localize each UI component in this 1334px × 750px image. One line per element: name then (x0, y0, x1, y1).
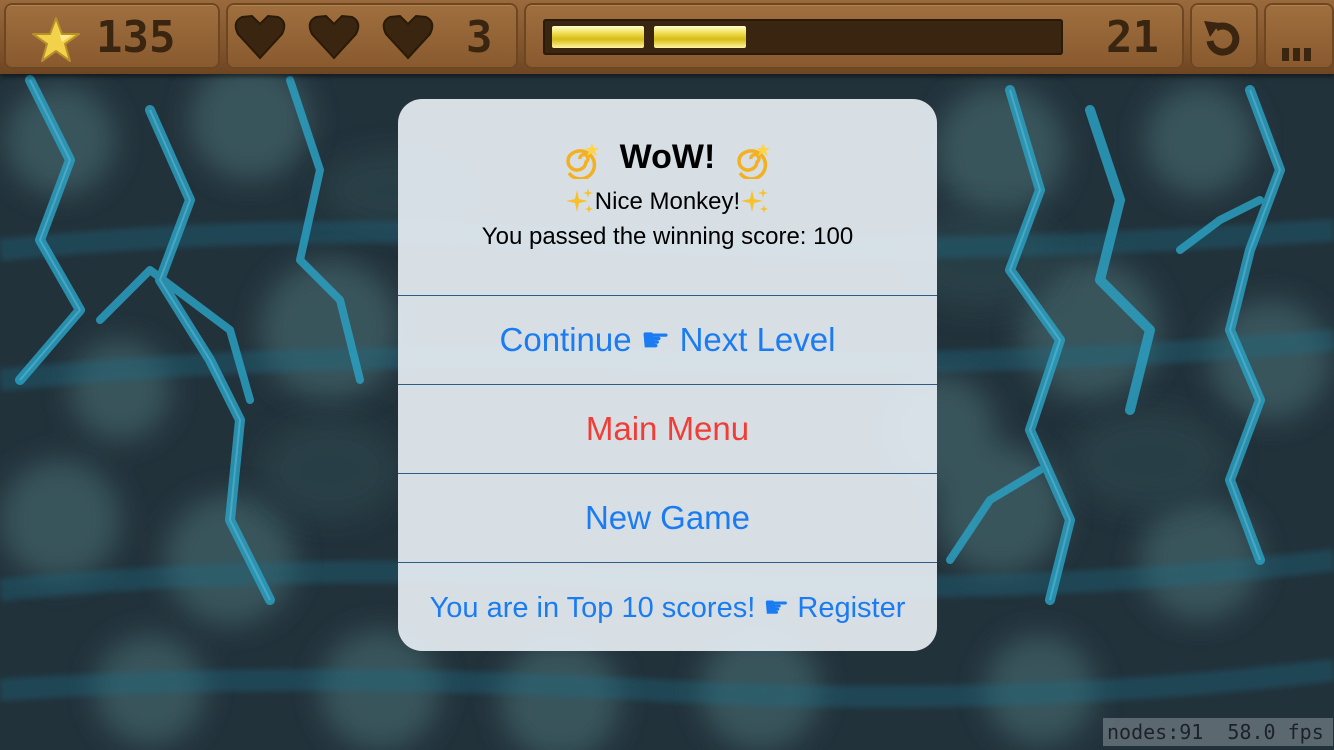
score-value: 135 (96, 12, 176, 63)
top-scores-label: You are in Top 10 scores! (429, 592, 756, 624)
heart-icon (308, 14, 360, 60)
sparkles-icon (565, 188, 593, 213)
pause-icon[interactable] (1282, 46, 1314, 62)
continue-label: Continue (499, 321, 632, 358)
alert-title-row: WoW! (398, 137, 937, 180)
next-level-label: Next Level (679, 321, 836, 358)
heart-icon (382, 14, 434, 60)
register-label: Register (797, 592, 906, 624)
alert-message-line2: You passed the winning score: 100 (481, 223, 854, 250)
progress-segment (552, 26, 644, 48)
level-complete-alert: WoW! Nice Monkey! You passed the winning… (398, 99, 937, 651)
pointing-hand-icon: ☛ (640, 320, 671, 359)
continue-next-level-button[interactable]: Continue ☛ Next Level (398, 295, 937, 384)
pointing-hand-icon: ☛ (763, 590, 790, 624)
top-hud: 135 3 21 (0, 0, 1334, 74)
new-game-button[interactable]: New Game (398, 473, 937, 562)
fps-counter: 58.0 fps (1227, 720, 1324, 744)
alert-line1-text: Nice Monkey! (594, 188, 741, 215)
main-menu-button[interactable]: Main Menu (398, 384, 937, 473)
debug-stats: nodes:91 58.0 fps (1103, 718, 1333, 746)
alert-header: WoW! Nice Monkey! You passed the winning… (398, 99, 937, 295)
node-count: nodes:91 (1107, 720, 1204, 744)
register-top-score-button[interactable]: You are in Top 10 scores! ☛ Register (398, 562, 937, 651)
lives-value: 3 (466, 12, 493, 63)
progress-segment (654, 26, 746, 48)
dizzy-icon (737, 143, 770, 180)
sparkles-icon (741, 188, 769, 213)
alert-title: WoW! (619, 138, 716, 176)
restart-icon[interactable] (1196, 15, 1250, 63)
heart-icon (234, 14, 286, 60)
dizzy-icon (566, 143, 600, 180)
alert-message-line1: Nice Monkey! (398, 185, 937, 219)
progress-bar (543, 19, 1063, 55)
timer-value: 21 (1106, 12, 1159, 63)
star-icon (32, 17, 80, 62)
